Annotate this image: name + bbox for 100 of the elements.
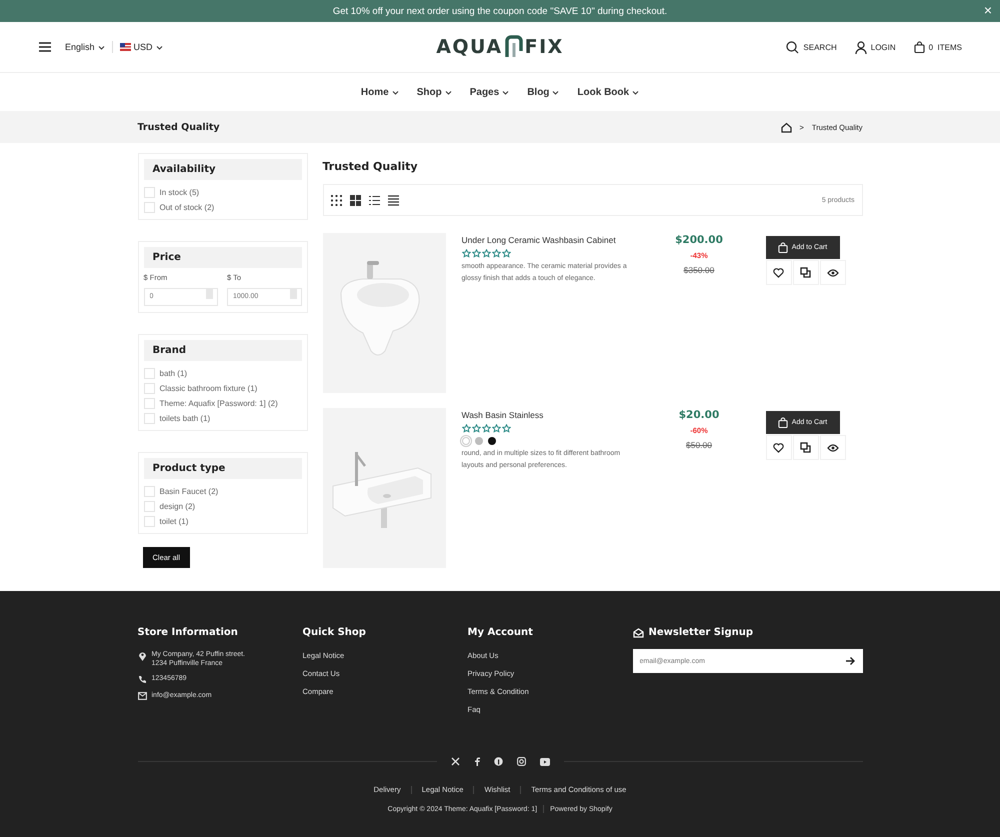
nav-item[interactable]: Home <box>360 86 399 98</box>
close-button[interactable]: × <box>984 3 992 18</box>
logo-text: FIX <box>524 36 564 58</box>
heart-icon <box>773 442 784 452</box>
search-icon <box>786 40 800 54</box>
filter-option[interactable]: Theme: Aquafix [Password: 1] (2) <box>160 398 278 408</box>
star-icon <box>462 249 470 258</box>
arrow-right-icon[interactable] <box>844 656 854 666</box>
checkbox[interactable] <box>144 382 154 394</box>
caret-icon <box>392 90 399 94</box>
caret-icon <box>156 44 163 50</box>
grid-icon[interactable] <box>330 194 342 206</box>
checkbox[interactable] <box>144 500 154 512</box>
compare-price: $50.00 <box>686 440 712 450</box>
checkbox[interactable] <box>144 368 154 378</box>
checkbox[interactable] <box>144 486 154 496</box>
star-icon <box>472 424 480 433</box>
footer-heading: My Account <box>468 627 534 638</box>
filter-option[interactable]: Classic bathroom fixture (1) <box>160 384 258 392</box>
nav-item[interactable]: Look Book <box>577 86 640 98</box>
filter-option[interactable]: Out of stock (2) <box>160 203 214 212</box>
home-icon[interactable] <box>780 122 792 132</box>
caret-icon <box>552 90 560 94</box>
location-pin-icon <box>138 651 146 661</box>
caret-icon <box>502 90 510 94</box>
star-icon <box>462 424 470 433</box>
envelope-icon <box>632 628 644 638</box>
eye-icon <box>826 444 838 452</box>
x-icon[interactable] <box>450 757 460 766</box>
filter-option[interactable]: toilet (1) <box>160 516 188 526</box>
collection-title: Trusted Quality <box>322 160 419 173</box>
facebook-icon[interactable] <box>474 757 480 766</box>
logo-text: AQUA <box>436 36 503 58</box>
quick-view-button[interactable] <box>820 260 846 285</box>
checkbox[interactable] <box>144 516 154 526</box>
pipe-logo-icon <box>504 35 524 59</box>
filter-option[interactable]: bath (1) <box>160 368 188 378</box>
star-icon <box>492 424 500 433</box>
compare-button[interactable] <box>792 260 818 285</box>
checkbox[interactable] <box>144 412 154 424</box>
wishlist-button[interactable] <box>766 260 792 285</box>
star-icon <box>492 249 500 258</box>
youtube-icon[interactable] <box>540 758 550 766</box>
product-name[interactable]: Wash Basin Stainless <box>462 410 642 420</box>
footer-heading: Store Information <box>138 627 239 638</box>
currency-selector[interactable]: USD <box>120 42 163 52</box>
overlapping-squares-icon <box>800 442 811 453</box>
page-title: Trusted Quality <box>138 122 220 132</box>
checkbox[interactable] <box>144 398 154 408</box>
nav-item[interactable]: Pages <box>470 86 510 98</box>
nav-item[interactable]: Shop <box>416 86 452 98</box>
filter-title[interactable]: Brand <box>144 340 302 360</box>
flag-icon <box>120 43 131 51</box>
filter-title[interactable]: Product type <box>144 458 302 478</box>
filter-option[interactable]: Basin Faucet (2) <box>160 486 218 496</box>
announcement-text: Get 10% off your next order using the coupon code "SAVE 10" during checkout. <box>332 6 668 16</box>
bag-icon <box>778 417 788 428</box>
star-icon <box>482 424 490 433</box>
caret-icon <box>632 90 640 94</box>
star-icon <box>502 249 510 258</box>
filter-title[interactable]: Price <box>144 247 302 268</box>
color-swatch[interactable] <box>488 437 496 445</box>
nav-item[interactable]: Blog <box>527 86 560 98</box>
star-icon <box>472 249 480 258</box>
footer-heading: Newsletter Signup <box>648 627 753 638</box>
quick-view-button[interactable] <box>820 435 846 460</box>
product-price: $20.00 <box>678 409 720 421</box>
grid-icon[interactable] <box>350 194 360 206</box>
filter-option[interactable]: toilets bath (1) <box>160 414 210 422</box>
login-link[interactable]: LOGIN <box>854 40 896 54</box>
user-icon <box>854 40 867 54</box>
search-link[interactable]: SEARCH <box>786 40 837 54</box>
star-icon <box>502 424 510 433</box>
product-price: $200.00 <box>675 234 723 246</box>
checkbox[interactable] <box>144 187 154 198</box>
phone-icon <box>138 675 146 684</box>
instagram-icon[interactable] <box>516 757 526 766</box>
compare-price: $350.00 <box>684 265 714 275</box>
filter-option[interactable]: In stock (5) <box>160 188 200 197</box>
cart-link[interactable]: 0 ITEMS <box>914 40 962 54</box>
wishlist-button[interactable] <box>766 435 792 460</box>
mail-icon <box>138 692 146 700</box>
heart-icon <box>773 268 784 278</box>
filter-option[interactable]: design (2) <box>160 502 196 510</box>
checkbox[interactable] <box>144 202 154 213</box>
product-name[interactable]: Under Long Ceramic Washbasin Cabinet <box>462 235 642 245</box>
star-icon <box>482 249 490 258</box>
compare-button[interactable] <box>792 435 818 460</box>
list-icon[interactable] <box>388 194 398 206</box>
list-icon[interactable] <box>368 194 380 206</box>
language-selector[interactable]: English <box>65 42 105 52</box>
bag-icon <box>914 41 925 53</box>
menu-icon[interactable] <box>38 41 52 53</box>
bag-icon <box>778 242 788 253</box>
caret-icon <box>98 44 105 50</box>
overlapping-squares-icon <box>800 267 811 278</box>
color-swatch[interactable] <box>474 437 482 445</box>
color-swatch[interactable] <box>462 437 470 445</box>
filter-title[interactable]: Availability <box>144 159 302 180</box>
footer-heading: Quick Shop <box>302 627 367 638</box>
